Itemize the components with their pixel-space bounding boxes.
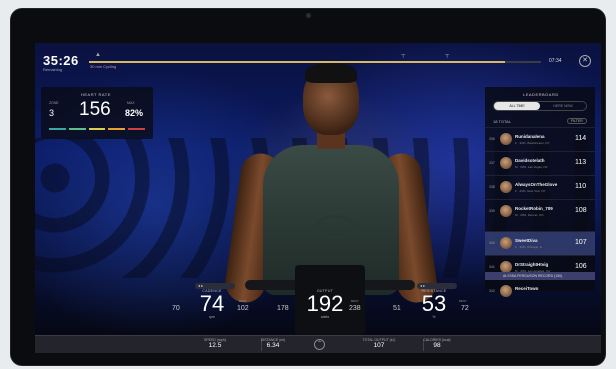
distance-value: 6.34 [266,342,280,349]
output-best-label: BEST [351,299,359,303]
workout-screen: 35:26 Remaining 30 min Cycling ▲ ┬ ┬ 07:… [35,43,601,353]
heart-rate-title: HEART RATE [81,92,111,97]
tablet-frame: 35:26 Remaining 30 min Cycling ▲ ┬ ┬ 07:… [11,9,605,365]
avatar [500,157,512,169]
max-percent: 82% [125,108,144,118]
time-left: 07:34 [549,58,562,64]
heart-rate-zone-segment [68,128,86,130]
leaderboard-meta: M · 30%, Denver, CO [515,213,544,217]
leaderboard-score: 106 [575,263,587,270]
resistance-value: 53 [421,291,447,316]
camera-dot [306,13,311,18]
cadence-metric: CADENCE 74 rpm [195,289,229,319]
avatar [500,181,512,193]
leaderboard-username: AlwaysOnTheGlove [515,182,558,187]
calories-stat: CALORIES (kcal) 98 [397,338,477,349]
cadence-best: 102 [237,305,249,312]
leaderboard-meta: F · 33%, Westchester, NY [515,141,550,145]
heart-rate-zone-segment [108,128,126,130]
avatar [500,205,512,217]
avatar [500,285,512,297]
class-timer: 35:26 [43,53,79,68]
leaderboard-rank: 341 [489,265,495,269]
cadence-avg: 70 [172,305,180,312]
leaderboard-title: LEADERBOARD [523,92,559,97]
heart-rate-value: 156 [79,99,111,120]
leaderboard-rank: 340 [489,241,495,245]
tab-here-now[interactable]: HERE NOW [540,102,586,110]
output-best: 238 [349,305,361,312]
segment-marker-icon: ┬ [445,52,450,58]
leaderboard-username: SweetDiva [515,238,538,243]
leaderboard-username: DrStraightHtvig [515,262,549,267]
leaderboard-rank: 342 [489,289,495,293]
leaderboard-score: 114 [575,135,587,142]
output-value: 192 [306,291,344,316]
resistance-metric: RESISTANCE 53 % [417,289,451,319]
heart-rate-zone-segment [49,128,66,130]
class-title: 30 min Cycling [90,64,117,69]
leaderboard-score: 110 [575,183,587,190]
shirt-logo-icon [315,215,355,239]
class-progress-fill [89,61,505,63]
leaderboard-meta: F · 33%, Chicago, IL [515,245,543,249]
record-banner: ALYSSA FERGUSON RECORD (150) [485,272,595,280]
leaderboard-meta: F · 23%, New York, NY [515,189,546,193]
resistance-best: 72 [461,305,469,312]
filter-button[interactable]: FILTER [567,118,587,124]
output-metric: OUTPUT 192 watts [303,289,347,319]
avatar [500,133,512,145]
leaderboard-username: ReceiTown [515,286,539,291]
leaderboard-rank: 338 [489,185,495,189]
zone-label: ZONE [49,101,59,105]
leaderboard-row[interactable]: 340 SweetDiva F · 33%, Chicago, IL 107 [485,231,595,255]
leaderboard-score: 107 [575,239,587,246]
heart-rate-panel[interactable]: HEART RATE ZONE 3 156 MAX 82% [41,87,153,139]
leaderboard-username: Davidsotelath [515,158,545,163]
segment-marker-icon: ┬ [401,52,406,58]
calories-value: 98 [433,342,441,349]
leaderboard-meta: M · 33%, Las Vegas, NV [515,165,548,169]
stats-footer: SPEED (mph) 12.5 DISTANCE (mi) 6.34 ⌃ TO… [35,335,601,353]
zone-value: 3 [49,108,55,118]
leaderboard-score: 108 [575,207,587,214]
leaderboard-row[interactable]: 342 ReceiTown [485,279,595,297]
cadence-best-label: BEST [239,299,247,303]
leaderboard-score: 113 [575,159,587,166]
timer-subtitle: Remaining [43,67,63,72]
leaderboard-row[interactable]: 336 Runidanalena F · 33%, Westchester, NY 1… [485,127,595,151]
leaderboard-count: 18 TOTAL [493,119,512,124]
leaderboard-rank: 337 [489,161,495,165]
resistance-best-label: BEST [459,299,467,303]
segment-marker-icon: ▲ [95,52,101,58]
leaderboard-username: Runidanalena [515,134,545,139]
close-button[interactable]: ✕ [579,55,591,67]
expand-chevron-icon[interactable]: ⌃ [314,339,325,350]
avatar [500,237,512,249]
tab-all-time[interactable]: ALL TIME [494,102,540,110]
leaderboard-username: RocketRobin_709 [515,206,553,211]
heart-rate-zone-bar [49,128,145,130]
output-avg: 178 [277,305,289,312]
max-label: MAX [127,101,135,105]
leaderboard-toggle[interactable]: ALL TIME HERE NOW [493,101,587,111]
distance-stat: DISTANCE (mi) 6.34 [233,338,313,349]
instructor-hair [305,63,357,83]
heart-rate-zone-segment [128,128,145,130]
leaderboard-row[interactable]: 337 Davidsotelath M · 33%, Las Vegas, NV 11… [485,151,595,175]
class-progress-bar[interactable] [89,61,541,63]
leaderboard-rank: 339 [489,209,495,213]
cadence-value: 74 [199,291,225,316]
heart-rate-zone-segment [88,128,106,130]
resistance-avg: 51 [393,305,401,312]
leaderboard-rank: 336 [489,137,495,141]
leaderboard-panel[interactable]: LEADERBOARD ALL TIME HERE NOW 18 TOTAL F… [485,87,595,297]
leaderboard-row[interactable]: 339 RocketRobin_709 M · 30%, Denver, CO 108 [485,199,595,223]
leaderboard-row[interactable]: 338 AlwaysOnTheGlove F · 23%, New York, NY… [485,175,595,199]
